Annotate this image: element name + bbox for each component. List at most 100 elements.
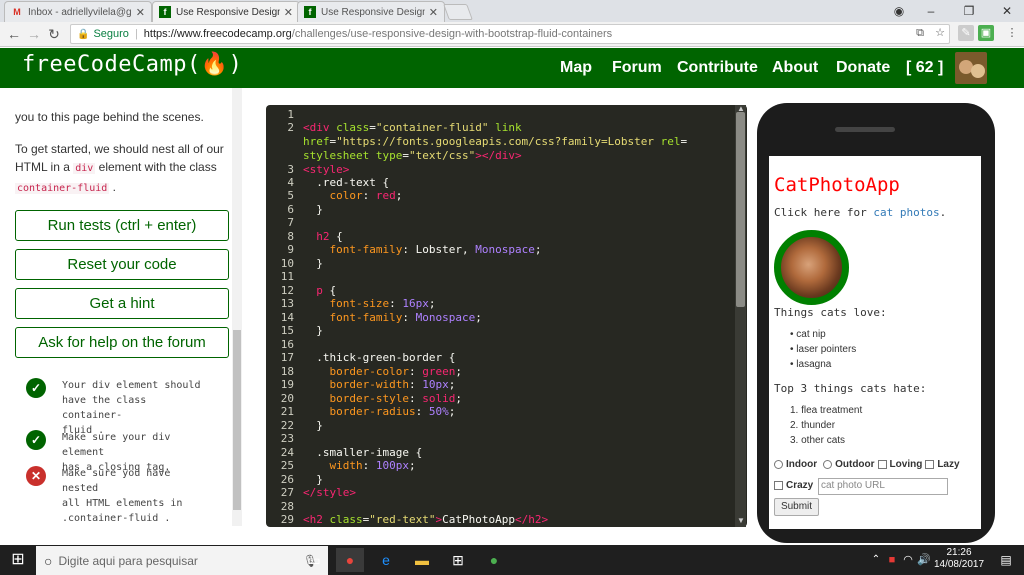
check-icon: ✓ [26, 430, 46, 450]
get-hint-button[interactable]: Get a hint [15, 288, 229, 319]
nav-map[interactable]: Map [560, 59, 592, 77]
options-row: Indoor Outdoor Loving Lazy [774, 459, 960, 470]
cat-url-input[interactable]: cat photo URL [818, 478, 948, 495]
ask-help-button[interactable]: Ask for help on the forum [15, 327, 229, 358]
close-window-icon[interactable]: ✕ [996, 2, 1018, 20]
code-line: h2 { [316, 230, 343, 243]
close-tab-icon[interactable]: ✕ [284, 6, 293, 19]
loving-checkbox[interactable] [877, 460, 887, 469]
code-line: .red-text { [303, 176, 390, 189]
code-line: <h2 class="red-text">CatPhotoApp</h2> [303, 513, 549, 526]
taskbar-search[interactable]: ○ Digite aqui para pesquisar 🎙 [36, 546, 328, 575]
hate-heading: Top 3 things cats hate: [774, 382, 927, 395]
points-counter[interactable]: [ 62 ] [906, 59, 943, 77]
line-number: 11 [280, 270, 294, 283]
nav-donate[interactable]: Donate [836, 59, 890, 77]
notifications-icon[interactable]: ▤ [992, 548, 1020, 572]
line-number: 23 [280, 432, 294, 445]
line-number: 19 [280, 378, 294, 391]
instruction-paragraph: To get started, we should nest all of ou… [15, 142, 224, 194]
fcc-logo[interactable]: freeCodeCamp(🔥) [22, 52, 242, 77]
avatar[interactable] [955, 52, 987, 84]
tab-label: Use Responsive Design w [176, 6, 280, 18]
line-number: 14 [280, 311, 294, 324]
code-line: stylesheet type="text/css"></div> [303, 149, 522, 162]
list-item: • lasagna [790, 359, 832, 370]
reset-code-button[interactable]: Reset your code [15, 249, 229, 280]
indoor-radio[interactable] [774, 460, 783, 469]
code-line: color: red; [329, 189, 403, 202]
scrollbar-thumb[interactable] [736, 112, 745, 307]
line-number: 8 [287, 230, 294, 243]
extension-icon[interactable]: ✎ [958, 25, 974, 41]
line-number: 6 [287, 203, 294, 216]
url-path: /challenges/use-responsive-design-with-b… [291, 28, 613, 40]
nav-forum[interactable]: Forum [612, 59, 662, 77]
windows-start-icon[interactable]: ⊞ [4, 548, 32, 572]
close-tab-icon[interactable]: ✕ [136, 6, 145, 19]
restore-icon[interactable]: ❐ [958, 2, 980, 20]
code-line: </style> [303, 486, 356, 499]
url-field[interactable]: 🔒 Seguro | https://www.freecodecamp.org … [70, 24, 950, 44]
code-line: <div class="container-fluid" link [303, 121, 522, 134]
run-tests-button[interactable]: Run tests (ctrl + enter) [15, 210, 229, 241]
line-number: 7 [287, 216, 294, 229]
url-host: https://www.freecodecamp.org [143, 28, 292, 40]
line-number: 24 [280, 446, 294, 459]
tab-freecodecamp[interactable]: f Use Responsive Design w ✕ [297, 1, 445, 22]
crazy-checkbox[interactable] [774, 481, 783, 490]
lock-icon: 🔒 [77, 28, 90, 40]
preview-click-line: Click here for cat photos. [774, 206, 947, 219]
list-item: 2. thunder [790, 420, 836, 431]
task-view-icon[interactable]: ▭ [300, 548, 328, 572]
chrome-icon[interactable]: ● [336, 548, 364, 572]
code-line: } [303, 203, 323, 216]
tab-label: Use Responsive Design w [321, 6, 425, 18]
list-item: 1. flea treatment [790, 405, 863, 416]
scroll-down-icon[interactable]: ▼ [737, 516, 745, 525]
file-explorer-icon[interactable]: ▬ [408, 548, 436, 572]
minimize-icon[interactable]: – [920, 2, 942, 20]
cat-photos-link[interactable]: cat photos [873, 206, 939, 219]
crazy-option: Crazy [774, 480, 813, 491]
outdoor-radio[interactable] [823, 460, 833, 469]
code-line: font-size: 16px; [329, 297, 436, 310]
utorrent-icon[interactable]: ● [480, 548, 508, 572]
edge-icon[interactable]: e [372, 548, 400, 572]
line-number: 5 [287, 189, 294, 202]
code-line: font-family: Monospace; [329, 311, 482, 324]
scrollbar-thumb[interactable] [233, 330, 241, 510]
profile-icon[interactable]: ◉ [888, 2, 910, 20]
reload-icon[interactable]: ↻ [46, 25, 62, 43]
submit-button[interactable]: Submit [774, 498, 819, 516]
tab-gmail[interactable]: M Inbox - adriellyvilela@gm ✕ [4, 1, 152, 22]
check-icon: ✓ [26, 378, 46, 398]
line-number: 10 [280, 257, 294, 270]
line-number: 26 [280, 473, 294, 486]
bookmark-star-icon[interactable]: ☆ [932, 25, 948, 41]
nav-about[interactable]: About [772, 59, 818, 77]
code-line: .thick-green-border { [303, 351, 456, 364]
translate-icon[interactable]: ⧉ [912, 25, 928, 41]
cat-image[interactable] [774, 230, 849, 305]
scroll-up-icon[interactable]: ▲ [737, 104, 745, 113]
line-number: 22 [280, 419, 294, 432]
code-line: .smaller-image { [303, 446, 423, 459]
tab-freecodecamp-active[interactable]: f Use Responsive Design w ✕ [152, 1, 300, 22]
nav-contribute[interactable]: Contribute [677, 59, 758, 77]
store-icon[interactable]: ⊞ [444, 548, 472, 572]
code-line: p { [316, 284, 337, 297]
close-tab-icon[interactable]: ✕ [429, 6, 438, 19]
back-icon[interactable]: ← [6, 25, 22, 43]
menu-icon[interactable]: ⋮ [1004, 25, 1020, 41]
taskbar-clock[interactable]: 21:26 14/08/2017 [930, 547, 988, 571]
line-number: 4 [287, 176, 294, 189]
line-number: 15 [280, 324, 294, 337]
code-container-fluid: container-fluid [15, 183, 110, 194]
code-line: } [303, 324, 323, 337]
forward-icon[interactable]: → [26, 25, 42, 43]
extension-green-icon[interactable]: ▣ [978, 25, 994, 41]
code-line: font-family: Lobster, Monospace; [329, 243, 542, 256]
security-label: Seguro [93, 28, 129, 40]
lazy-checkbox[interactable] [925, 460, 935, 469]
